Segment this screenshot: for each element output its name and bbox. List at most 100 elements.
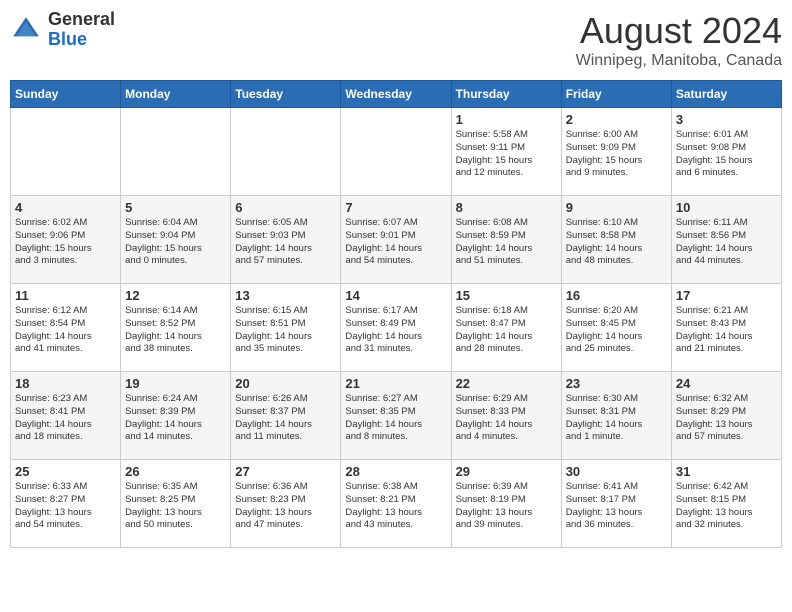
calendar-cell: 30 Sunrise: 6:41 AM Sunset: 8:17 PM Dayli… (561, 460, 671, 548)
calendar-cell: 4 Sunrise: 6:02 AM Sunset: 9:06 PM Daylig… (11, 196, 121, 284)
day-number: 27 (235, 464, 336, 479)
day-number: 17 (676, 288, 777, 303)
cell-info: Sunrise: 5:58 AM Sunset: 9:11 PM Dayligh… (456, 129, 557, 180)
cell-info: Sunrise: 6:41 AM Sunset: 8:17 PM Dayligh… (566, 481, 667, 532)
column-header-friday: Friday (561, 81, 671, 108)
calendar-cell: 7 Sunrise: 6:07 AM Sunset: 9:01 PM Daylig… (341, 196, 451, 284)
day-number: 30 (566, 464, 667, 479)
calendar-cell (341, 108, 451, 196)
column-header-sunday: Sunday (11, 81, 121, 108)
logo-general-text: General (48, 9, 115, 29)
column-header-thursday: Thursday (451, 81, 561, 108)
location: Winnipeg, Manitoba, Canada (576, 52, 782, 70)
column-header-tuesday: Tuesday (231, 81, 341, 108)
calendar-cell: 18 Sunrise: 6:23 AM Sunset: 8:41 PM Dayli… (11, 372, 121, 460)
cell-info: Sunrise: 6:12 AM Sunset: 8:54 PM Dayligh… (15, 305, 116, 356)
cell-info: Sunrise: 6:42 AM Sunset: 8:15 PM Dayligh… (676, 481, 777, 532)
calendar-cell (11, 108, 121, 196)
cell-info: Sunrise: 6:21 AM Sunset: 8:43 PM Dayligh… (676, 305, 777, 356)
day-number: 4 (15, 200, 116, 215)
cell-info: Sunrise: 6:10 AM Sunset: 8:58 PM Dayligh… (566, 217, 667, 268)
day-number: 24 (676, 376, 777, 391)
day-number: 18 (15, 376, 116, 391)
cell-info: Sunrise: 6:29 AM Sunset: 8:33 PM Dayligh… (456, 393, 557, 444)
day-number: 7 (345, 200, 446, 215)
calendar-cell: 22 Sunrise: 6:29 AM Sunset: 8:33 PM Dayli… (451, 372, 561, 460)
calendar-cell: 27 Sunrise: 6:36 AM Sunset: 8:23 PM Dayli… (231, 460, 341, 548)
calendar-cell: 20 Sunrise: 6:26 AM Sunset: 8:37 PM Dayli… (231, 372, 341, 460)
logo: General Blue (10, 10, 115, 50)
calendar-week-3: 11 Sunrise: 6:12 AM Sunset: 8:54 PM Dayli… (11, 284, 782, 372)
calendar-cell (231, 108, 341, 196)
calendar-cell: 6 Sunrise: 6:05 AM Sunset: 9:03 PM Daylig… (231, 196, 341, 284)
day-number: 28 (345, 464, 446, 479)
day-number: 15 (456, 288, 557, 303)
calendar-cell: 26 Sunrise: 6:35 AM Sunset: 8:25 PM Dayli… (121, 460, 231, 548)
calendar-cell: 1Sunrise: 5:58 AM Sunset: 9:11 PM Daylig… (451, 108, 561, 196)
cell-info: Sunrise: 6:23 AM Sunset: 8:41 PM Dayligh… (15, 393, 116, 444)
day-number: 8 (456, 200, 557, 215)
day-number: 6 (235, 200, 336, 215)
day-number: 26 (125, 464, 226, 479)
day-number: 21 (345, 376, 446, 391)
cell-info: Sunrise: 6:39 AM Sunset: 8:19 PM Dayligh… (456, 481, 557, 532)
day-number: 11 (15, 288, 116, 303)
calendar-cell: 21 Sunrise: 6:27 AM Sunset: 8:35 PM Dayli… (341, 372, 451, 460)
column-header-monday: Monday (121, 81, 231, 108)
cell-info: Sunrise: 6:36 AM Sunset: 8:23 PM Dayligh… (235, 481, 336, 532)
cell-info: Sunrise: 6:02 AM Sunset: 9:06 PM Dayligh… (15, 217, 116, 268)
cell-info: Sunrise: 6:18 AM Sunset: 8:47 PM Dayligh… (456, 305, 557, 356)
calendar-cell: 13 Sunrise: 6:15 AM Sunset: 8:51 PM Dayli… (231, 284, 341, 372)
calendar-cell: 25Sunrise: 6:33 AM Sunset: 8:27 PM Dayli… (11, 460, 121, 548)
day-number: 22 (456, 376, 557, 391)
calendar-cell: 10Sunrise: 6:11 AM Sunset: 8:56 PM Dayli… (671, 196, 781, 284)
day-number: 23 (566, 376, 667, 391)
calendar-week-5: 25Sunrise: 6:33 AM Sunset: 8:27 PM Dayli… (11, 460, 782, 548)
calendar-week-1: 1Sunrise: 5:58 AM Sunset: 9:11 PM Daylig… (11, 108, 782, 196)
cell-info: Sunrise: 6:35 AM Sunset: 8:25 PM Dayligh… (125, 481, 226, 532)
calendar-table: SundayMondayTuesdayWednesdayThursdayFrid… (10, 80, 782, 548)
day-number: 31 (676, 464, 777, 479)
calendar-cell: 12Sunrise: 6:14 AM Sunset: 8:52 PM Dayli… (121, 284, 231, 372)
day-number: 5 (125, 200, 226, 215)
logo-icon (10, 14, 42, 46)
cell-info: Sunrise: 6:26 AM Sunset: 8:37 PM Dayligh… (235, 393, 336, 444)
calendar-cell: 31 Sunrise: 6:42 AM Sunset: 8:15 PM Dayli… (671, 460, 781, 548)
title-block: August 2024 Winnipeg, Manitoba, Canada (576, 10, 782, 70)
calendar-cell: 17 Sunrise: 6:21 AM Sunset: 8:43 PM Dayli… (671, 284, 781, 372)
column-header-saturday: Saturday (671, 81, 781, 108)
cell-info: Sunrise: 6:04 AM Sunset: 9:04 PM Dayligh… (125, 217, 226, 268)
calendar-cell: 5 Sunrise: 6:04 AM Sunset: 9:04 PM Daylig… (121, 196, 231, 284)
day-number: 19 (125, 376, 226, 391)
calendar-cell: 8 Sunrise: 6:08 AM Sunset: 8:59 PM Daylig… (451, 196, 561, 284)
day-number: 14 (345, 288, 446, 303)
cell-info: Sunrise: 6:08 AM Sunset: 8:59 PM Dayligh… (456, 217, 557, 268)
day-number: 2 (566, 112, 667, 127)
page-header: General Blue August 2024 Winnipeg, Manit… (10, 10, 782, 70)
calendar-cell: 29Sunrise: 6:39 AM Sunset: 8:19 PM Dayli… (451, 460, 561, 548)
cell-info: Sunrise: 6:14 AM Sunset: 8:52 PM Dayligh… (125, 305, 226, 356)
calendar-cell: 2 Sunrise: 6:00 AM Sunset: 9:09 PM Daylig… (561, 108, 671, 196)
cell-info: Sunrise: 6:17 AM Sunset: 8:49 PM Dayligh… (345, 305, 446, 356)
calendar-cell: 3Sunrise: 6:01 AM Sunset: 9:08 PM Daylig… (671, 108, 781, 196)
cell-info: Sunrise: 6:05 AM Sunset: 9:03 PM Dayligh… (235, 217, 336, 268)
cell-info: Sunrise: 6:00 AM Sunset: 9:09 PM Dayligh… (566, 129, 667, 180)
day-number: 10 (676, 200, 777, 215)
cell-info: Sunrise: 6:15 AM Sunset: 8:51 PM Dayligh… (235, 305, 336, 356)
logo-blue-text: Blue (48, 29, 87, 49)
cell-info: Sunrise: 6:07 AM Sunset: 9:01 PM Dayligh… (345, 217, 446, 268)
cell-info: Sunrise: 6:27 AM Sunset: 8:35 PM Dayligh… (345, 393, 446, 444)
day-number: 25 (15, 464, 116, 479)
day-number: 3 (676, 112, 777, 127)
header-row: SundayMondayTuesdayWednesdayThursdayFrid… (11, 81, 782, 108)
calendar-cell (121, 108, 231, 196)
day-number: 20 (235, 376, 336, 391)
calendar-cell: 15 Sunrise: 6:18 AM Sunset: 8:47 PM Dayli… (451, 284, 561, 372)
calendar-cell: 9Sunrise: 6:10 AM Sunset: 8:58 PM Daylig… (561, 196, 671, 284)
cell-info: Sunrise: 6:20 AM Sunset: 8:45 PM Dayligh… (566, 305, 667, 356)
cell-info: Sunrise: 6:38 AM Sunset: 8:21 PM Dayligh… (345, 481, 446, 532)
calendar-cell: 14 Sunrise: 6:17 AM Sunset: 8:49 PM Dayli… (341, 284, 451, 372)
day-number: 13 (235, 288, 336, 303)
cell-info: Sunrise: 6:32 AM Sunset: 8:29 PM Dayligh… (676, 393, 777, 444)
calendar-cell: 23Sunrise: 6:30 AM Sunset: 8:31 PM Dayli… (561, 372, 671, 460)
